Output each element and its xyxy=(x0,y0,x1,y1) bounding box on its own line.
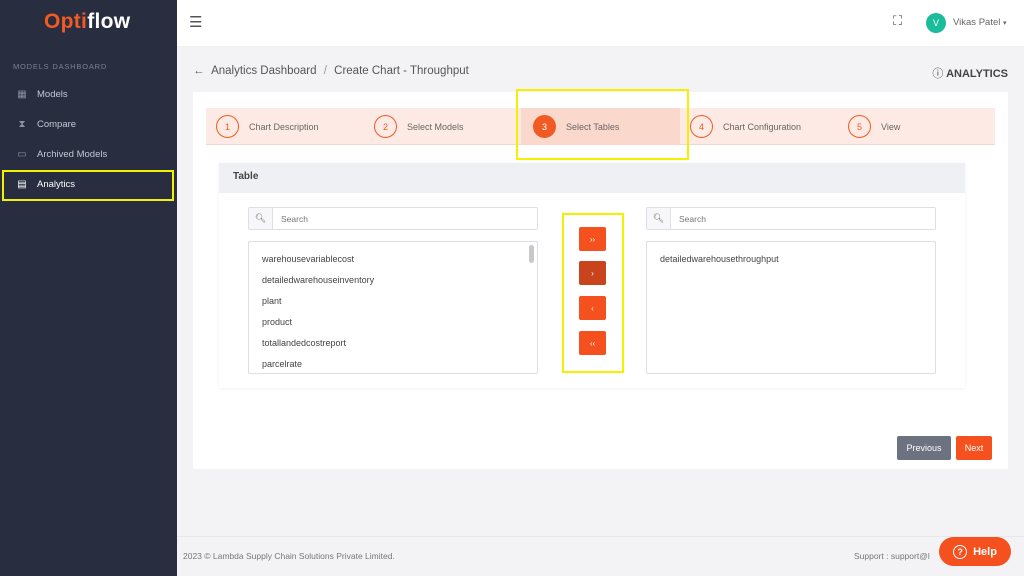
step-label: Select Models xyxy=(407,122,464,132)
search-icon: 🔍︎ xyxy=(249,208,273,229)
info-icon: ⓘ xyxy=(932,68,943,80)
sidebar-item-label: Models xyxy=(37,89,68,100)
sidebar-item-archived-models[interactable]: ▭ Archived Models xyxy=(0,140,177,168)
selected-search: 🔍︎ xyxy=(646,207,936,230)
breadcrumb-parent[interactable]: Analytics Dashboard xyxy=(211,65,316,77)
step-number: 1 xyxy=(216,115,239,138)
page-label: ⓘ ANALYTICS xyxy=(932,65,1008,81)
sidebar-section-title: MODELS DASHBOARD xyxy=(13,62,107,71)
list-item[interactable]: warehousevariablecost xyxy=(249,249,537,270)
sidebar-item-label: Archived Models xyxy=(37,149,107,160)
back-arrow-icon[interactable]: ← xyxy=(193,65,205,77)
sidebar-item-models[interactable]: ▦ Models xyxy=(0,80,177,108)
scrollbar[interactable] xyxy=(529,245,534,263)
highlight-box xyxy=(516,89,689,160)
search-icon: 🔍︎ xyxy=(647,208,671,229)
next-button[interactable]: Next xyxy=(956,436,992,460)
step-chart-description[interactable]: 1 Chart Description xyxy=(216,108,366,145)
archive-icon: ▭ xyxy=(16,149,28,160)
highlight-box xyxy=(2,170,174,201)
help-label: Help xyxy=(973,546,997,558)
list-item[interactable]: plant xyxy=(249,291,537,312)
question-icon: ? xyxy=(953,545,967,559)
step-label: Chart Configuration xyxy=(723,122,801,132)
list-item[interactable]: detailedwarehouseinventory xyxy=(249,270,537,291)
step-number: 5 xyxy=(848,115,871,138)
step-number: 4 xyxy=(690,115,713,138)
breadcrumb-separator: / xyxy=(324,65,327,77)
avatar[interactable]: V xyxy=(926,13,946,33)
user-name: Vikas Patel xyxy=(953,17,1000,28)
step-number: 2 xyxy=(374,115,397,138)
available-tables-list[interactable]: warehousevariablecost detailedwarehousei… xyxy=(248,241,538,374)
chevron-down-icon: ▾ xyxy=(1003,20,1007,27)
user-menu[interactable]: Vikas Patel ▾ xyxy=(953,17,1007,28)
step-view[interactable]: 5 View xyxy=(848,108,988,145)
fullscreen-icon[interactable]: ⛶ xyxy=(893,13,902,29)
list-item[interactable]: detailedwarehousethroughput xyxy=(647,249,935,270)
step-select-models[interactable]: 2 Select Models xyxy=(374,108,514,145)
selected-search-input[interactable] xyxy=(671,208,935,229)
sidebar: Optiflow MODELS DASHBOARD ▦ Models ⧗ Compa… xyxy=(0,0,177,576)
list-item[interactable]: product xyxy=(249,312,537,333)
topbar: ☰ ⛶ V Vikas Patel ▾ xyxy=(177,0,1024,46)
logo[interactable]: Optiflow xyxy=(44,10,130,34)
breadcrumb-current: Create Chart - Throughput xyxy=(334,65,469,77)
breadcrumb: ← Analytics Dashboard / Create Chart - T… xyxy=(193,65,473,77)
list-item[interactable]: parcelrate xyxy=(249,354,537,374)
step-label: Chart Description xyxy=(249,122,319,132)
page-label-text: ANALYTICS xyxy=(946,68,1008,80)
sidebar-item-compare[interactable]: ⧗ Compare xyxy=(0,110,177,138)
sidebar-item-label: Compare xyxy=(37,119,76,130)
available-search-input[interactable] xyxy=(273,208,537,229)
help-button[interactable]: ? Help xyxy=(939,537,1011,566)
highlight-box xyxy=(562,213,624,373)
previous-button[interactable]: Previous xyxy=(897,436,951,460)
table-panel-title: Table xyxy=(219,163,965,193)
hourglass-icon: ⧗ xyxy=(16,119,28,130)
footer: 2023 © Lambda Supply Chain Solutions Pri… xyxy=(177,536,1024,576)
support-text[interactable]: Support : support@l xyxy=(854,551,930,561)
grid-icon: ▦ xyxy=(16,89,28,100)
copyright: 2023 © Lambda Supply Chain Solutions Pri… xyxy=(183,551,395,561)
step-chart-configuration[interactable]: 4 Chart Configuration xyxy=(690,108,840,145)
available-search: 🔍︎ xyxy=(248,207,538,230)
step-label: View xyxy=(881,122,900,132)
selected-tables-list[interactable]: detailedwarehousethroughput xyxy=(646,241,936,374)
list-item[interactable]: totallandedcostreport xyxy=(249,333,537,354)
menu-icon[interactable]: ☰ xyxy=(189,13,202,31)
